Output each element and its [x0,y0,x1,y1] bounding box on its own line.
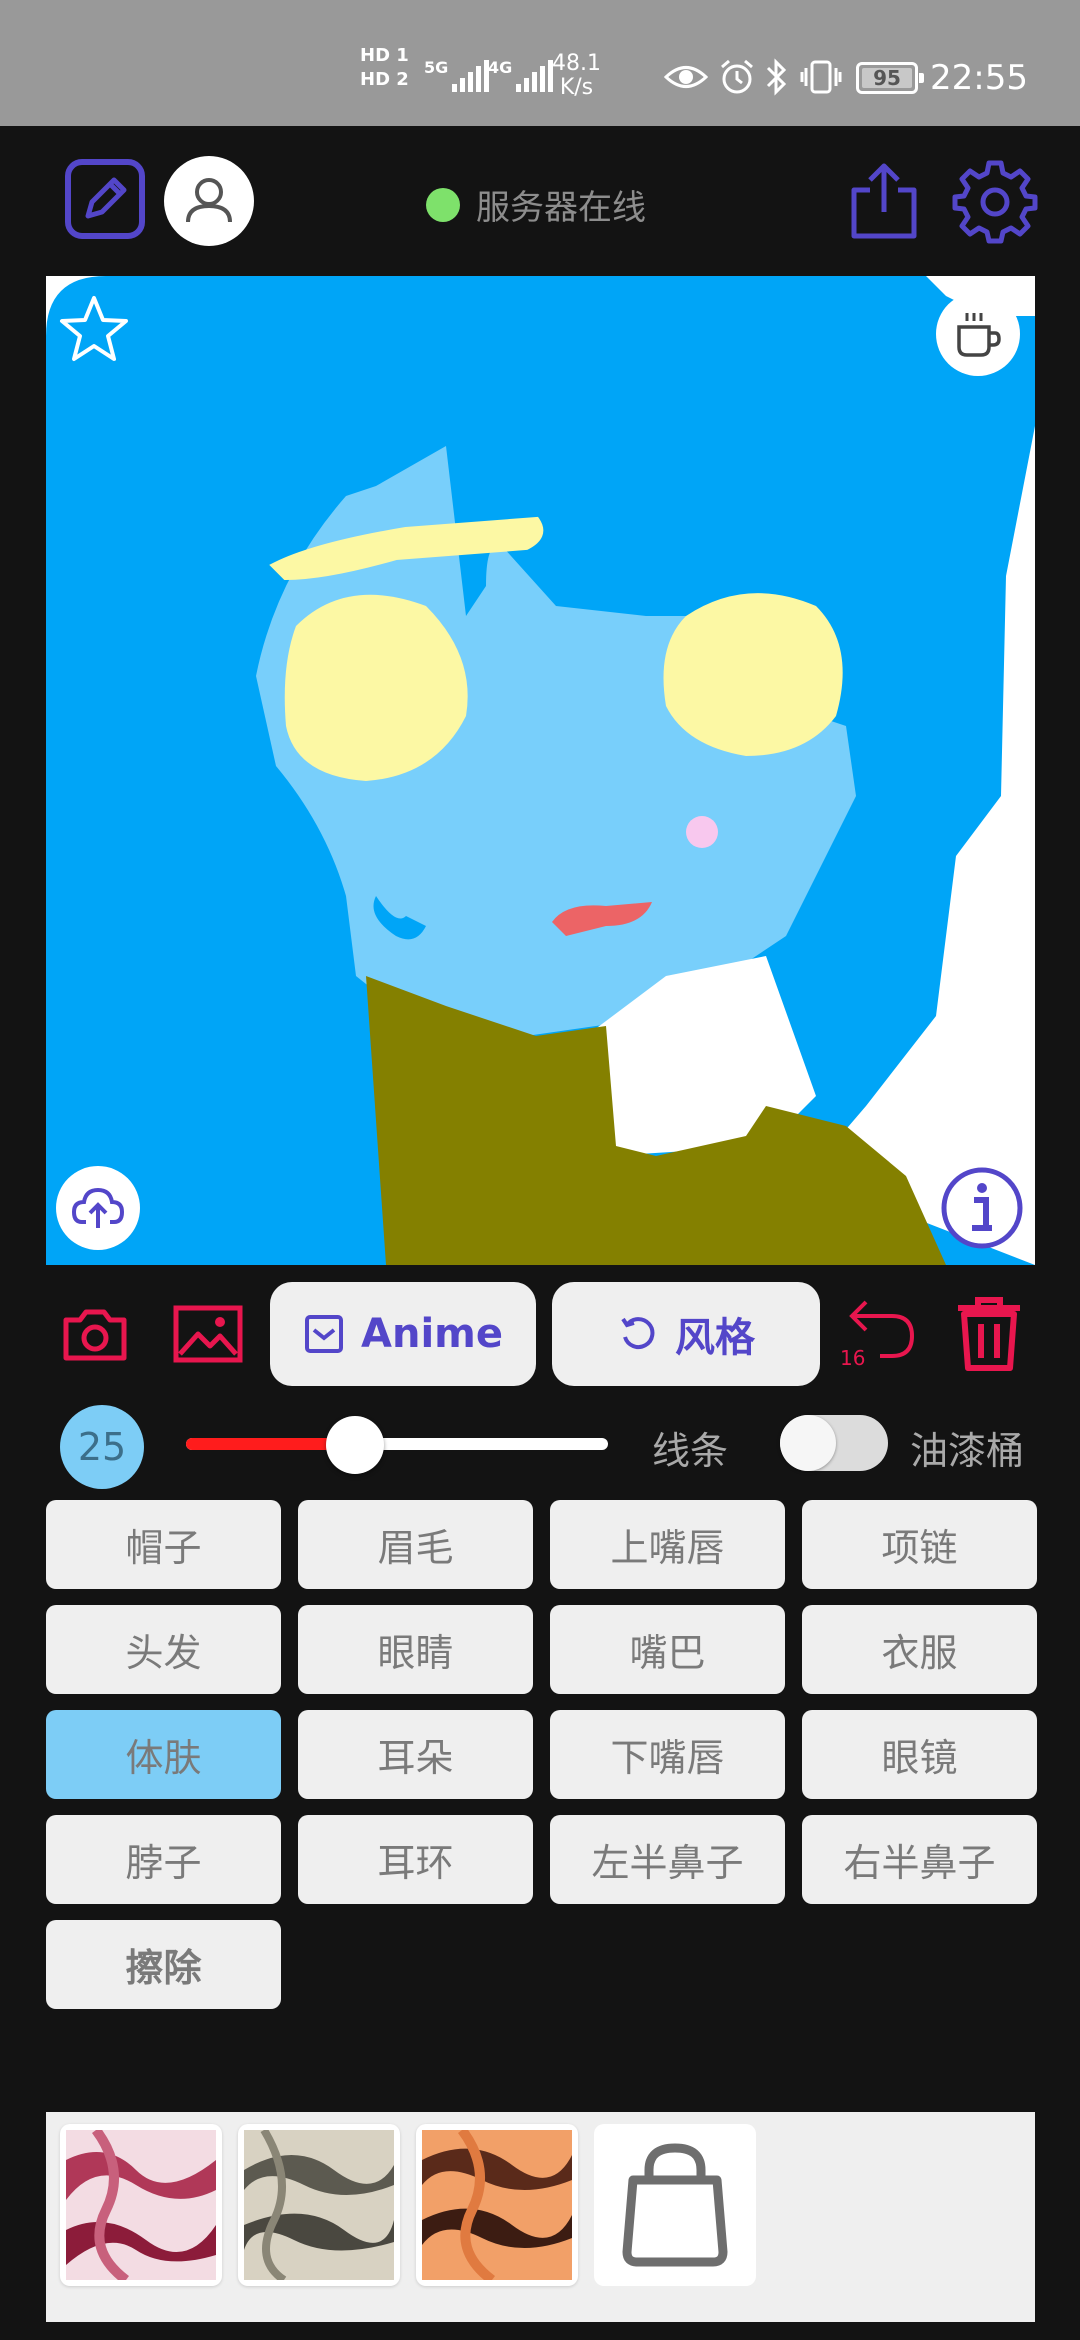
part-button[interactable]: 眼镜 [802,1710,1037,1799]
bluetooth-icon [766,58,787,96]
nose-shape [686,816,718,848]
style-thumbnail[interactable] [238,2124,400,2286]
speed-value: 48.1 [552,51,601,76]
portrait-drawing [46,276,1035,1265]
speed-unit: K/s [559,75,594,100]
part-button[interactable]: 嘴巴 [550,1605,785,1694]
vibrate-icon [800,60,842,94]
server-status: 服务器在线 [426,180,646,229]
checkbox-icon [305,1315,344,1353]
signal-bars-icon [516,58,554,92]
part-button[interactable]: 下嘴唇 [550,1710,785,1799]
style-thumbnail[interactable] [60,2124,222,2286]
net5g-label: 5G [424,58,449,77]
slider-thumb[interactable] [325,1416,384,1474]
hd2-label: HD 2 [360,69,409,90]
hd1-label: HD 1 [360,45,409,66]
undo-count: 16 [840,1346,866,1370]
gallery-image-icon[interactable] [172,1304,244,1364]
coffee-button[interactable] [936,292,1020,376]
signal-bars-icon [452,58,490,92]
toggle-knob [780,1415,836,1471]
part-button[interactable]: 耳朵 [298,1710,533,1799]
camera-icon[interactable] [62,1306,128,1362]
net4g-label: 4G [488,58,513,77]
refresh-icon [621,1317,655,1350]
coffee-cup-icon [957,313,1001,357]
server-status-label: 服务器在线 [476,188,646,228]
style-tray [46,2112,1035,2322]
part-button[interactable]: 左半鼻子 [550,1815,785,1904]
favorite-star-icon[interactable] [56,292,132,368]
style-pattern-1 [66,2130,216,2280]
style-pattern-3 [422,2130,572,2280]
anime-mode-button[interactable]: Anime [270,1282,536,1386]
battery-icon: 95 [856,62,924,94]
paint-bucket-label: 油漆桶 [910,1429,1025,1473]
share-icon[interactable] [848,160,920,242]
status-dot-icon [426,187,460,222]
style-button[interactable]: 风格 [552,1282,820,1386]
right-eye-shape [663,593,843,756]
status-bar: HD 1 HD 2 5G 4G 48.1 K/s 95 22:55 [0,0,1080,126]
signal-4g: 4G [488,58,554,92]
part-button[interactable]: 头发 [46,1605,281,1694]
cloud-upload-icon [71,1187,125,1228]
part-button[interactable]: 上嘴唇 [550,1500,785,1589]
clock: 22:55 [930,58,1028,98]
battery-level: 95 [862,68,912,88]
part-button[interactable]: 眼睛 [298,1605,533,1694]
trash-icon[interactable] [954,1294,1024,1372]
brush-size-slider[interactable] [186,1438,608,1450]
user-icon [186,178,232,223]
part-button[interactable]: 脖子 [46,1815,281,1904]
alarm-icon [721,59,753,94]
network-speed: 48.1 K/s [552,52,601,100]
shop-button[interactable] [594,2124,756,2286]
part-button[interactable]: 帽子 [46,1500,281,1589]
part-button[interactable]: 右半鼻子 [802,1815,1037,1904]
settings-gear-icon[interactable] [952,158,1038,244]
paint-bucket-toggle[interactable] [780,1415,888,1471]
info-icon[interactable] [938,1164,1026,1252]
part-button[interactable]: 项链 [802,1500,1037,1589]
style-label: 风格 [675,1315,755,1361]
part-selector-grid: 帽子 眉毛 上嘴唇 项链头发 眼睛 嘴巴 衣服体肤 耳朵 下嘴唇 眼镜脖子 耳环 左半鼻子 右半鼻子擦除 [46,1500,1037,2009]
brush-size-badge: 25 [60,1405,144,1489]
signal-5g: 5G [424,58,490,92]
upload-button[interactable] [56,1166,140,1250]
anime-label: Anime [361,1311,503,1357]
part-button[interactable]: 衣服 [802,1605,1037,1694]
part-button[interactable]: 眉毛 [298,1500,533,1589]
avatar[interactable] [164,156,254,246]
shopping-bag-icon [622,2143,728,2267]
hd-indicators: HD 1 HD 2 [360,46,409,90]
style-thumbnail[interactable] [416,2124,578,2286]
line-label: 线条 [652,1429,729,1473]
drawing-canvas[interactable] [46,276,1035,1265]
eye-icon [664,66,708,88]
part-button[interactable]: 擦除 [46,1920,281,2009]
part-button[interactable]: 体肤 [46,1710,281,1799]
style-pattern-2 [244,2130,394,2280]
edit-icon[interactable] [64,158,146,240]
part-button[interactable]: 耳环 [298,1815,533,1904]
